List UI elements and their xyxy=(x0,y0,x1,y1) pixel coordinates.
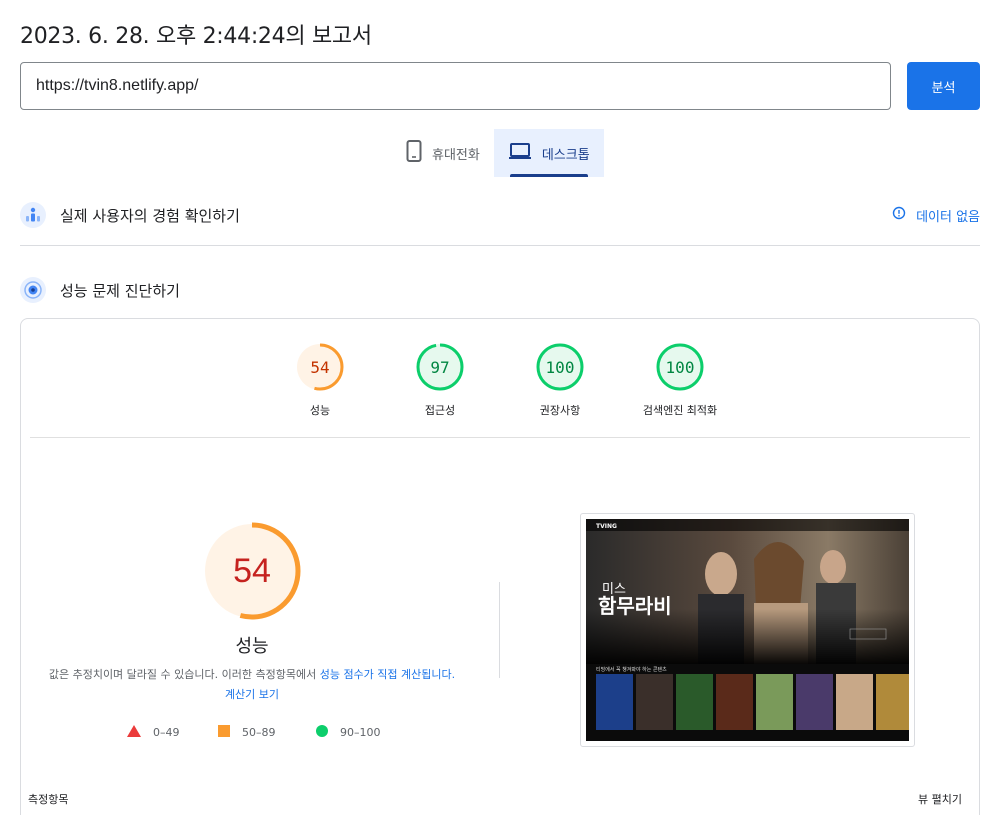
analyze-button[interactable]: 분석 xyxy=(907,62,980,110)
legend-average-range: 50–89 xyxy=(242,726,276,739)
score-gauge: 54 xyxy=(295,342,345,392)
no-data-indicator[interactable]: 데이터 없음 xyxy=(892,206,980,225)
score-gauge: 100 xyxy=(655,342,705,392)
description-separator: . xyxy=(451,668,456,681)
metrics-heading: 측정항목 xyxy=(28,793,69,806)
legend-fail-range: 0–49 xyxy=(153,726,180,739)
section-divider xyxy=(20,245,980,246)
score-best-practices[interactable]: 100 권장사항 xyxy=(500,342,620,418)
performance-score-large: 54 xyxy=(233,551,271,590)
url-input[interactable] xyxy=(20,62,891,110)
score-gauge: 100 xyxy=(535,342,585,392)
score-label: 검색엔진 최적화 xyxy=(642,404,718,417)
score-accessibility[interactable]: 97 접근성 xyxy=(380,342,500,418)
no-data-label: 데이터 없음 xyxy=(916,209,980,225)
screenshot-hero-title: 함무라비 xyxy=(598,594,672,618)
page-screenshot[interactable]: TVING 미스 함무라비 티빙에서 꼭 챙겨봐야 하는 콘텐츠 xyxy=(580,513,915,747)
score-gauge: 97 xyxy=(415,342,465,392)
score-label: 접근성 xyxy=(424,404,456,417)
legend-fail: 0–49 xyxy=(127,725,180,740)
expand-view-button[interactable]: 뷰 펼치기 xyxy=(918,791,962,807)
info-icon xyxy=(892,206,906,224)
calculator-link[interactable]: 계산기 보기 xyxy=(225,688,279,701)
triangle-icon xyxy=(127,725,141,740)
score-value: 100 xyxy=(665,357,695,377)
card-divider xyxy=(30,437,970,438)
radar-icon xyxy=(20,277,46,303)
score-seo[interactable]: 100 검색엔진 최적화 xyxy=(620,342,740,418)
users-chart-icon xyxy=(20,202,46,228)
square-icon xyxy=(218,725,230,740)
diagnose-section: 성능 문제 진단하기 xyxy=(20,275,980,305)
score-label: 권장사항 xyxy=(539,404,581,417)
screenshot-row-title: 티빙에서 꼭 챙겨봐야 하는 콘텐츠 xyxy=(596,666,667,673)
tving-screenshot-image: TVING 미스 함무라비 티빙에서 꼭 챙겨봐야 하는 콘텐츠 xyxy=(586,519,909,741)
vertical-divider xyxy=(499,582,500,678)
performance-label-large: 성능 xyxy=(235,636,269,657)
screenshot-brand: TVING xyxy=(596,523,617,530)
legend-pass: 90–100 xyxy=(316,725,381,740)
tab-mobile[interactable]: 휴대전화 xyxy=(392,129,494,177)
report-title: 2023. 6. 28. 오후 2:44:24의 보고서 xyxy=(20,24,372,49)
laptop-icon xyxy=(508,142,532,164)
score-value: 97 xyxy=(430,357,450,377)
tab-desktop[interactable]: 데스크톱 xyxy=(493,129,604,177)
diagnose-title: 성능 문제 진단하기 xyxy=(60,281,180,300)
score-label: 성능 xyxy=(309,404,331,417)
description-text: 값은 추정치이며 달라질 수 있습니다. 이러한 측정항목에서 xyxy=(48,668,320,681)
score-value: 54 xyxy=(310,357,330,377)
real-user-section[interactable]: 실제 사용자의 경험 확인하기 데이터 없음 xyxy=(20,200,980,230)
circle-icon xyxy=(316,725,328,740)
tab-desktop-label: 데스크톱 xyxy=(541,147,590,163)
score-description: 값은 추정치이며 달라질 수 있습니다. 이러한 측정항목에서 성능 점수가 직… xyxy=(44,665,460,705)
legend-pass-range: 90–100 xyxy=(340,726,381,739)
device-tabs: 휴대전화 데스크톱 xyxy=(392,129,604,177)
legend-average: 50–89 xyxy=(218,725,276,740)
score-performance[interactable]: 54 성능 xyxy=(260,342,380,418)
score-calculation-link[interactable]: 성능 점수가 직접 계산됩니다 xyxy=(320,668,452,681)
phone-icon xyxy=(406,140,422,166)
score-value: 100 xyxy=(545,357,575,377)
tab-mobile-label: 휴대전화 xyxy=(432,147,480,163)
real-user-title: 실제 사용자의 경험 확인하기 xyxy=(60,206,240,225)
screenshot-content: TVING 미스 함무라비 티빙에서 꼭 챙겨봐야 하는 콘텐츠 xyxy=(586,519,909,741)
